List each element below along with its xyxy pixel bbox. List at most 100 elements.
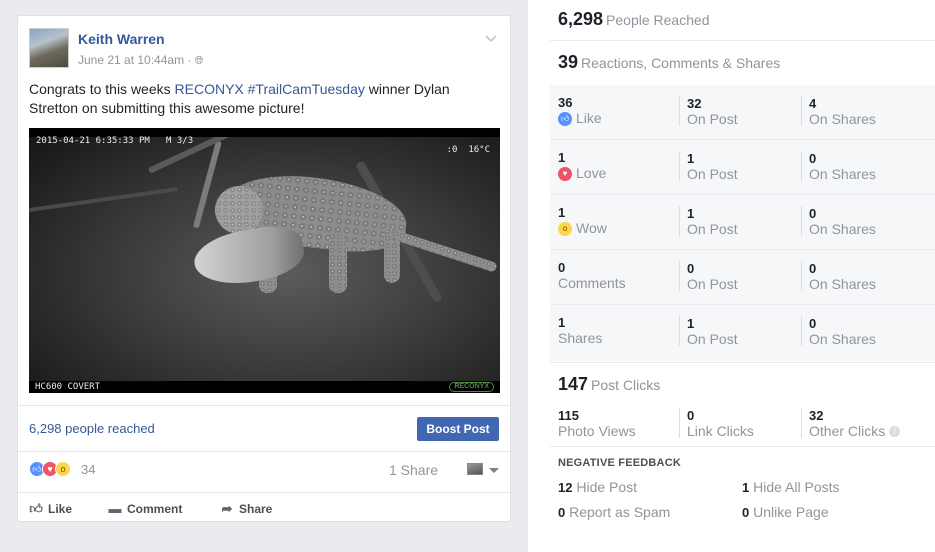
reactions-comments-shares-stat: 39 Reactions, Comments & Shares	[558, 52, 935, 73]
comments-on-post-number: 0	[687, 261, 695, 276]
rcs-label: Reactions, Comments & Shares	[581, 55, 781, 71]
audience-photo-icon	[467, 463, 483, 475]
like-on-post-number: 32	[687, 96, 702, 111]
report-spam-stat: 0 Report as Spam	[558, 504, 670, 520]
wow-on-post-number: 1	[687, 206, 695, 221]
wow-on-shares: 0 On Shares	[801, 206, 876, 237]
camera-model: HC600 COVERT	[35, 382, 101, 392]
love-on-post: 1 On Post	[679, 151, 738, 182]
post-photo[interactable]: 2015-04-21 6:35:33 PM M 3/3 :0 16°C HC60…	[29, 128, 500, 393]
share-arrow-icon: ➦	[221, 501, 233, 516]
shares-on-post-label: On Post	[687, 331, 738, 347]
hide-post-label: Hide Post	[572, 479, 638, 495]
post-clicks-stat: 147 Post Clicks	[558, 374, 935, 395]
hide-all-label: Hide All Posts	[749, 479, 840, 495]
leopard-head	[215, 186, 263, 234]
info-icon[interactable]: i	[889, 426, 901, 437]
post-text-link[interactable]: RECONYX #TrailCamTuesday	[175, 81, 365, 97]
like-on-shares-number: 4	[809, 96, 817, 111]
post-text: Congrats to this weeks RECONYX #TrailCam…	[29, 80, 489, 118]
like-on-shares: 4 On Shares	[801, 96, 876, 127]
shares-total-label: Shares	[558, 330, 603, 346]
author-avatar[interactable]	[29, 28, 69, 68]
unlike-page-stat: 0 Unlike Page	[742, 504, 829, 520]
divider	[550, 362, 935, 363]
divider	[550, 446, 935, 447]
love-on-shares-label: On Shares	[809, 166, 876, 182]
hide-all-posts-stat: 1 Hide All Posts	[742, 479, 840, 495]
comments-on-post-label: On Post	[687, 276, 738, 292]
love-total-label-wrap: ♥ Love	[558, 165, 606, 182]
post-header: Keith Warren June 21 at 10:44am · 🌐︎	[29, 28, 499, 70]
love-on-shares-number: 0	[809, 151, 817, 166]
love-on-post-number: 1	[687, 151, 695, 166]
like-emoji-icon: 👍︎	[558, 111, 572, 126]
thumbs-up-icon: 👍︎	[29, 501, 43, 516]
wow-on-shares-number: 0	[809, 206, 817, 221]
camera-timestamp: 2015-04-21 6:35:33 PM M 3/3	[36, 136, 194, 146]
post-actions: 👍︎ Like ▬ Comment ➦ Share	[18, 492, 510, 522]
like-total-number: 36	[558, 95, 573, 110]
hide-post-number: 12	[558, 480, 573, 495]
author-name[interactable]: Keith Warren	[78, 31, 165, 47]
like-total-label-wrap: 👍︎ Like	[558, 110, 602, 127]
hide-post-stat: 12 Hide Post	[558, 479, 637, 495]
chevron-down-icon[interactable]	[485, 32, 499, 46]
share-button[interactable]: ➦ Share	[220, 501, 273, 517]
boost-post-button[interactable]: Boost Post	[417, 417, 499, 441]
photo-views-label: Photo Views	[558, 423, 636, 439]
like-total: 36 👍︎ Like	[558, 95, 602, 131]
audience-selector[interactable]	[467, 460, 499, 480]
post-clicks-label: Post Clicks	[591, 377, 661, 393]
comments-total: 0 Comments	[558, 260, 626, 296]
post-card: Keith Warren June 21 at 10:44am · 🌐︎ Con…	[17, 15, 511, 522]
post-timestamp: June 21 at 10:44am · 🌐︎	[78, 53, 204, 68]
report-spam-label: Report as Spam	[565, 504, 671, 520]
people-reached-label: People Reached	[606, 12, 710, 28]
other-clicks-number: 32	[809, 408, 824, 423]
wow-total-label: Wow	[576, 220, 607, 236]
other-clicks-label: Other Clicks	[809, 423, 886, 439]
wow-emoji-icon: o	[558, 221, 572, 236]
wow-total-number: 1	[558, 205, 566, 220]
share-count[interactable]: 1 Share	[389, 462, 438, 478]
shares-total-number: 1	[558, 315, 566, 330]
comments-on-post: 0 On Post	[679, 261, 738, 292]
reaction-count[interactable]: 34	[81, 462, 95, 477]
shares-on-post-number: 1	[687, 316, 695, 331]
engagement-row-wow: 1 o Wow 1 On Post 0 On Shares	[550, 195, 935, 250]
photo-views-number: 115	[558, 408, 579, 423]
link-clicks-label: Link Clicks	[687, 423, 754, 439]
love-total: 1 ♥ Love	[558, 150, 606, 186]
love-on-post-label: On Post	[687, 166, 738, 182]
reaction-summary: 👍︎ ♥ o 34 1 Share	[29, 460, 499, 482]
people-reached-link[interactable]: 6,298 people reached	[29, 421, 155, 436]
globe-icon: 🌐︎	[194, 55, 204, 67]
camera-temperature: :0 16°C	[446, 145, 490, 155]
shares-on-shares-label: On Shares	[809, 331, 876, 347]
love-emoji-icon: ♥	[558, 166, 572, 181]
post-clicks-number: 147	[558, 374, 589, 394]
wow-reaction-icon[interactable]: o	[55, 461, 71, 477]
wow-total-label-wrap: o Wow	[558, 220, 607, 237]
people-reached-stat: 6,298 People Reached	[558, 9, 935, 33]
photo-views: 115 Photo Views	[558, 408, 636, 444]
link-clicks-number: 0	[687, 408, 695, 423]
shares-on-shares: 0 On Shares	[801, 316, 876, 347]
prey-animal	[190, 220, 308, 292]
other-clicks-label-wrap: Other Clicks i	[809, 423, 901, 440]
camera-info-strip: 2015-04-21 6:35:33 PM M 3/3 :0 16°C	[29, 128, 500, 155]
comment-label: Comment	[127, 502, 183, 516]
post-date[interactable]: June 21 at 10:44am ·	[78, 53, 195, 67]
comments-on-shares-label: On Shares	[809, 276, 876, 292]
like-label: Like	[48, 502, 73, 516]
negative-feedback-title: NEGATIVE FEEDBACK	[558, 457, 681, 469]
like-button[interactable]: 👍︎ Like	[29, 501, 72, 517]
like-on-post: 32 On Post	[679, 96, 738, 127]
wow-on-post: 1 On Post	[679, 206, 738, 237]
comment-button[interactable]: ▬ Comment	[108, 501, 183, 517]
branch	[29, 187, 178, 212]
comments-on-shares: 0 On Shares	[801, 261, 876, 292]
other-clicks: 32 Other Clicks i	[801, 408, 901, 440]
love-total-number: 1	[558, 150, 566, 165]
